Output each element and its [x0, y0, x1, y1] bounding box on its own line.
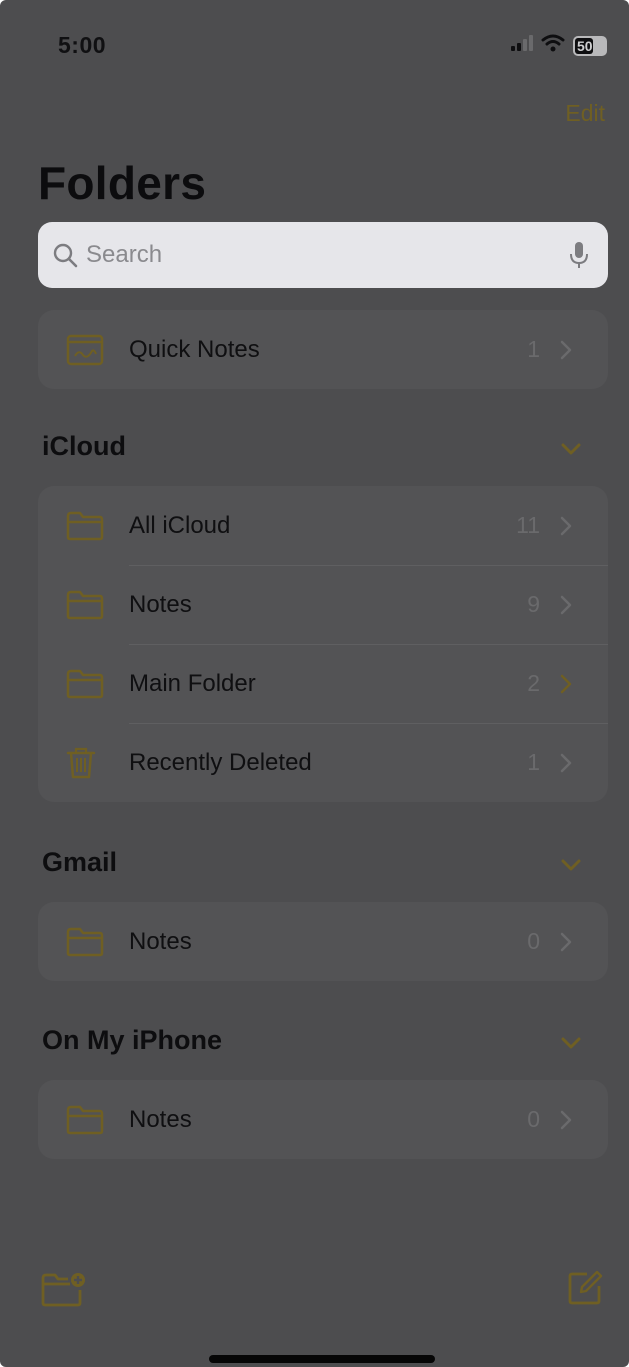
compose-icon[interactable] [567, 1270, 603, 1311]
icloud-group: All iCloud 11 Notes 9 Main Folder 2 Rece… [38, 486, 608, 802]
cellular-signal-icon [511, 35, 533, 56]
chevron-down-icon[interactable] [561, 858, 581, 877]
list-item-recently-deleted[interactable]: Recently Deleted 1 [38, 723, 608, 802]
list-item-notes[interactable]: Notes 9 [38, 565, 608, 644]
section-header-icloud[interactable]: iCloud [42, 431, 126, 462]
list-item-count: 11 [516, 512, 540, 538]
chevron-down-icon[interactable] [561, 1036, 581, 1055]
section-header-gmail[interactable]: Gmail [42, 847, 117, 878]
list-item-gmail-notes[interactable]: Notes 0 [38, 902, 608, 981]
chevron-right-icon [560, 486, 572, 565]
list-item-iphone-notes[interactable]: Notes 0 [38, 1080, 608, 1159]
wifi-icon [541, 34, 565, 57]
folder-icon [66, 486, 104, 565]
search-bar[interactable] [38, 222, 608, 288]
folder-icon [66, 902, 104, 981]
list-item-count: 0 [527, 928, 540, 954]
chevron-right-icon [560, 1080, 572, 1159]
list-item-count: 0 [527, 1106, 540, 1132]
list-item-label: Notes [129, 1105, 192, 1133]
list-item-label: Quick Notes [129, 335, 260, 363]
list-item-count: 9 [527, 591, 540, 617]
list-item-count: 1 [527, 336, 540, 362]
battery-icon: 50 [573, 35, 607, 56]
list-item-label: All iCloud [129, 511, 231, 539]
status-time: 5:00 [58, 32, 107, 58]
list-item-label: Main Folder [129, 669, 256, 697]
quick-notes-icon [66, 310, 104, 389]
chevron-right-icon [560, 644, 572, 723]
folder-icon [66, 644, 104, 723]
battery-level: 50 [577, 37, 593, 54]
list-item-label: Recently Deleted [129, 748, 312, 776]
chevron-right-icon [560, 902, 572, 981]
chevron-right-icon [560, 310, 572, 389]
chevron-right-icon [560, 565, 572, 644]
on-my-iphone-group: Notes 0 [38, 1080, 608, 1159]
home-indicator[interactable] [209, 1355, 435, 1363]
status-icons: 50 [511, 34, 607, 57]
quick-notes-group: Quick Notes 1 [38, 310, 608, 389]
list-item-label: Notes [129, 927, 192, 955]
folder-icon [66, 1080, 104, 1159]
chevron-down-icon[interactable] [561, 442, 581, 461]
list-item-label: Notes [129, 590, 192, 618]
section-header-on-my-iphone[interactable]: On My iPhone [42, 1025, 222, 1056]
list-item-quick-notes[interactable]: Quick Notes 1 [38, 310, 608, 389]
list-item-count: 2 [527, 670, 540, 696]
search-input[interactable] [84, 240, 564, 270]
notes-folders-screen: 5:00 50 Edit Folders Search Quick Notes … [0, 0, 629, 1367]
trash-icon [66, 723, 96, 802]
list-item-all-icloud[interactable]: All iCloud 11 [38, 486, 608, 565]
folder-icon [66, 565, 104, 644]
gmail-group: Notes 0 [38, 902, 608, 981]
microphone-icon[interactable] [564, 238, 594, 272]
list-item-count: 1 [527, 749, 540, 775]
list-item-main-folder[interactable]: Main Folder 2 [38, 644, 608, 723]
search-icon [50, 240, 80, 270]
edit-button[interactable]: Edit [565, 100, 605, 127]
page-title: Folders [38, 157, 207, 209]
new-folder-icon[interactable] [40, 1270, 88, 1313]
chevron-right-icon [560, 723, 572, 802]
